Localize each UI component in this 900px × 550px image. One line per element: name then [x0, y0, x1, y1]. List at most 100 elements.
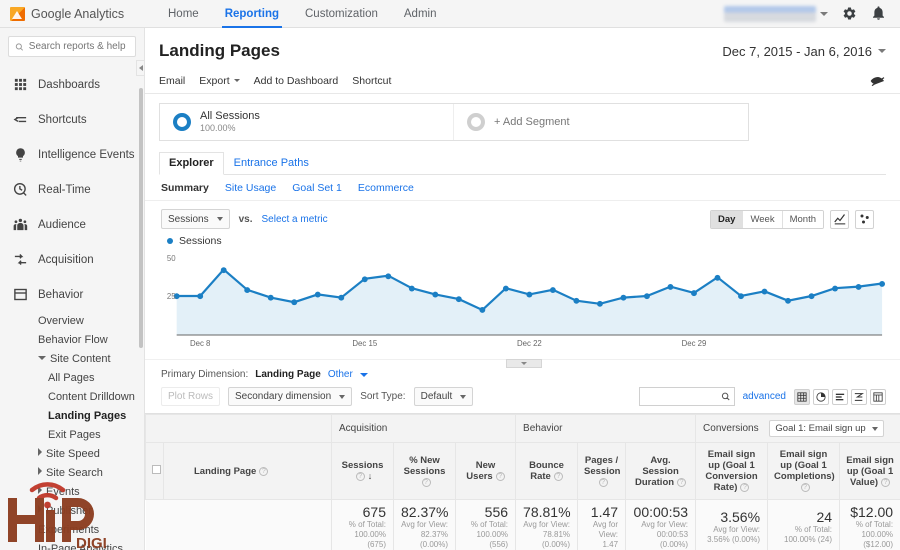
sidebar-item-behavior[interactable]: Behavior [0, 277, 144, 312]
performance-view-icon[interactable] [851, 388, 867, 405]
help-icon[interactable]: ? [495, 472, 505, 481]
col-goal-completions[interactable]: Email sign up (Goal 1 Completions)? [767, 442, 841, 500]
help-icon[interactable]: ? [421, 477, 431, 487]
select-a-metric-link[interactable]: Select a metric [261, 214, 327, 225]
sidebar-subitem-overview[interactable]: Overview [0, 312, 144, 331]
subtab-ecommerce[interactable]: Ecommerce [358, 182, 414, 194]
search-icon[interactable] [721, 391, 730, 402]
eye-off-icon[interactable] [870, 75, 886, 87]
shortcut-button[interactable]: Shortcut [352, 75, 391, 87]
sidebar-item-audience[interactable]: Audience [0, 207, 144, 242]
sidebar-collapse-button[interactable] [136, 60, 144, 76]
help-icon[interactable]: ? [553, 472, 563, 481]
pie-view-icon[interactable] [813, 388, 829, 405]
summary-value: 556 [484, 504, 509, 520]
table-column-header-row: Landing Page? Sessions? ↓ % New Sessions?… [145, 442, 900, 500]
col-pages-session[interactable]: Pages / Session? [577, 442, 627, 500]
ga-logo[interactable]: Google Analytics [10, 6, 130, 21]
help-icon[interactable]: ? [259, 466, 269, 476]
sidebar-subitem-site-content[interactable]: Site Content [0, 350, 144, 369]
sidebar-item-shortcuts[interactable]: Shortcuts [0, 102, 144, 137]
help-icon[interactable]: ? [800, 483, 810, 492]
table-search[interactable] [638, 387, 735, 406]
col-bounce-rate[interactable]: Bounce Rate? [515, 442, 579, 500]
email-button[interactable]: Email [159, 75, 185, 87]
nav-admin[interactable]: Admin [404, 0, 437, 28]
goal-selector[interactable]: Goal 1: Email sign up [769, 420, 884, 437]
sessions-chart[interactable]: 25 50 Dec 8 Dec 15 Dec 22 Dec 29 [161, 249, 886, 368]
sidebar-subitem-exit-pages[interactable]: Exit Pages [0, 426, 144, 445]
col-new-sessions[interactable]: % New Sessions? [393, 442, 456, 500]
secondary-dimension-selector[interactable]: Secondary dimension [228, 387, 353, 406]
sidebar-subitem-landing-pages[interactable]: Landing Pages [0, 407, 144, 426]
granularity-month[interactable]: Month [782, 210, 823, 228]
help-icon[interactable]: ? [881, 477, 891, 487]
sidebar-item-dashboards[interactable]: Dashboards [0, 67, 144, 102]
table-view-icon[interactable] [794, 388, 810, 405]
help-icon[interactable]: ? [677, 477, 687, 487]
line-chart-icon[interactable] [830, 209, 849, 229]
col-avg-session-duration[interactable]: Avg. Session Duration? [625, 442, 697, 500]
help-icon[interactable]: ? [355, 472, 365, 481]
nav-reporting[interactable]: Reporting [221, 0, 283, 28]
sidebar-subitem-behavior-flow[interactable]: Behavior Flow [0, 331, 144, 350]
segment-add[interactable]: + Add Segment [454, 104, 748, 140]
sidebar-subitem-in-page-analytics[interactable]: In-Page Analytics [0, 540, 144, 550]
add-to-dashboard-button[interactable]: Add to Dashboard [254, 75, 339, 87]
subtab-goal-set-1[interactable]: Goal Set 1 [292, 182, 342, 194]
checkbox-icon[interactable] [152, 465, 161, 474]
chart-zoom-handle[interactable] [505, 359, 542, 368]
granularity-week[interactable]: Week [743, 210, 783, 228]
select-all-checkbox-header[interactable] [145, 442, 164, 500]
pivot-view-icon[interactable] [870, 388, 886, 405]
scatter-chart-icon[interactable] [855, 209, 874, 229]
tab-explorer[interactable]: Explorer [159, 152, 224, 175]
help-icon[interactable]: ? [740, 483, 750, 492]
sidebar-item-intelligence-events[interactable]: Intelligence Events [0, 137, 144, 172]
export-button[interactable]: Export [199, 75, 239, 87]
col-sessions[interactable]: Sessions? ↓ [331, 442, 394, 500]
advanced-link[interactable]: advanced [743, 391, 786, 402]
sidebar-subitem-publisher[interactable]: Publisher [0, 502, 144, 521]
sidebar-subitem-content-drilldown[interactable]: Content Drilldown [0, 388, 144, 407]
report-subtabs: Summary Site Usage Goal Set 1 Ecommerce [145, 175, 900, 201]
col-goal-value[interactable]: Email sign up (Goal 1 Value)? [839, 442, 900, 500]
tab-entrance-paths[interactable]: Entrance Paths [224, 152, 319, 175]
help-icon[interactable]: ? [598, 477, 608, 487]
table-search-input[interactable] [639, 391, 722, 402]
bar-view-icon[interactable] [832, 388, 848, 405]
col-goal-conversion-rate[interactable]: Email sign up (Goal 1 Conversion Rate)? [695, 442, 769, 500]
plot-rows-button[interactable]: Plot Rows [161, 387, 221, 406]
sidebar-subitem-all-pages[interactable]: All Pages [0, 369, 144, 388]
subtab-site-usage[interactable]: Site Usage [225, 182, 276, 194]
other-dimension-link[interactable]: Other [328, 369, 353, 380]
sidebar-item-real-time[interactable]: Real-Time [0, 172, 144, 207]
summary-sub1: Avg for View: [713, 525, 761, 534]
search-input[interactable] [28, 41, 129, 52]
group-header-conversions: Conversions Goal 1: Email sign up [695, 414, 900, 443]
metric-selector[interactable]: Sessions [161, 209, 230, 229]
primary-dimension-value[interactable]: Landing Page [255, 369, 321, 380]
gear-icon[interactable] [842, 6, 857, 21]
account-selector[interactable] [724, 5, 828, 22]
col-landing-page[interactable]: Landing Page? [163, 442, 332, 500]
search-box[interactable] [8, 36, 136, 57]
sidebar-item-acquisition[interactable]: Acquisition [0, 242, 144, 277]
add-segment-label: + Add Segment [494, 116, 570, 128]
col-new-users[interactable]: New Users? [454, 442, 517, 500]
sidebar-scrollbar[interactable] [139, 88, 143, 348]
summary-value: 78.81% [523, 504, 571, 520]
sort-type-selector[interactable]: Default [413, 387, 474, 406]
sidebar-subitem-site-speed[interactable]: Site Speed [0, 445, 144, 464]
bell-icon[interactable] [871, 6, 886, 21]
granularity-day[interactable]: Day [711, 210, 744, 228]
nav-customization[interactable]: Customization [305, 0, 378, 28]
sidebar-subitem-events[interactable]: Events [0, 483, 144, 502]
nav-home[interactable]: Home [168, 0, 199, 28]
segment-all-sessions[interactable]: All Sessions 100.00% [160, 104, 454, 140]
date-range-picker[interactable]: Dec 7, 2015 - Jan 6, 2016 [722, 44, 886, 59]
sidebar-search [0, 28, 144, 61]
sidebar-subitem-site-search[interactable]: Site Search [0, 464, 144, 483]
subtab-summary[interactable]: Summary [161, 182, 209, 194]
sidebar-subitem-experiments[interactable]: Experiments [0, 521, 144, 540]
